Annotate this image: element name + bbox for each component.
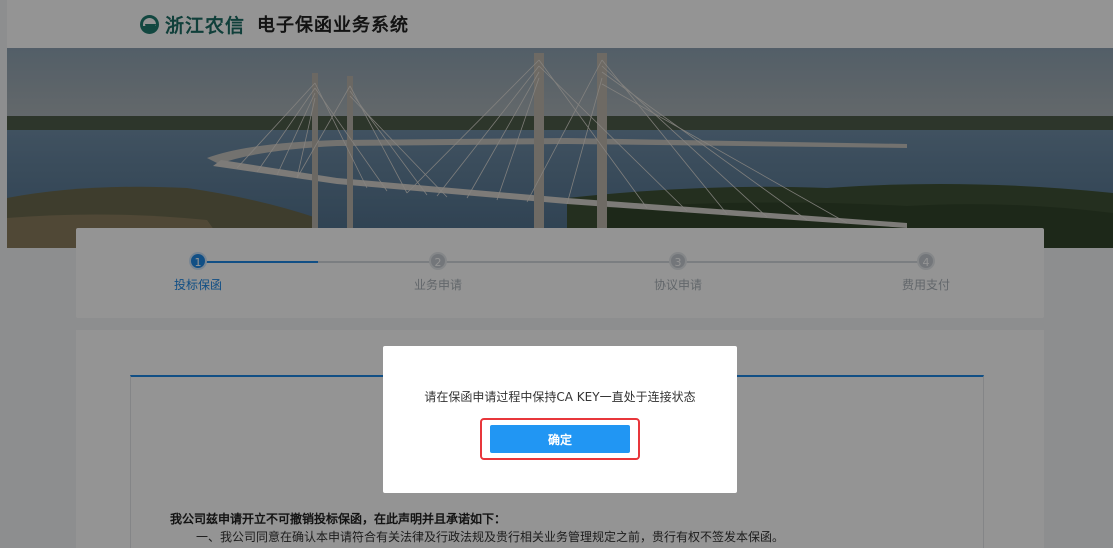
- ca-key-dialog: 请在保函申请过程中保持CA KEY一直处于连接状态 确定: [383, 346, 737, 493]
- dialog-message: 请在保函申请过程中保持CA KEY一直处于连接状态: [424, 390, 696, 404]
- confirm-button[interactable]: 确定: [490, 425, 630, 453]
